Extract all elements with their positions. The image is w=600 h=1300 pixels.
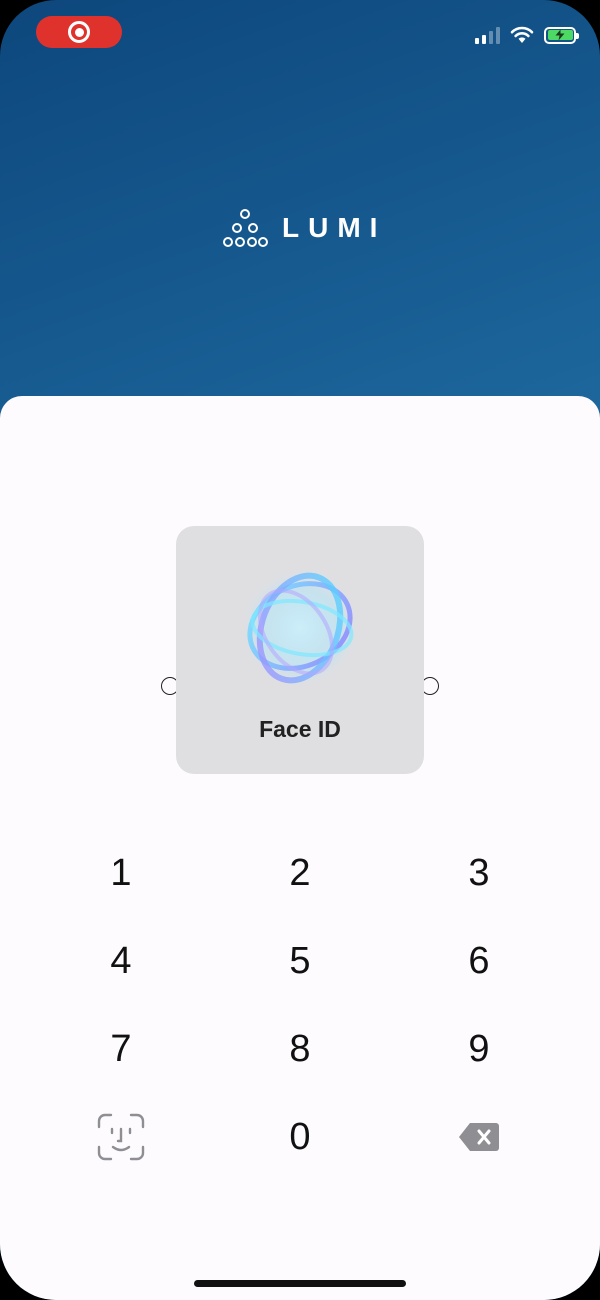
key-5[interactable]: 5 bbox=[240, 926, 360, 996]
key-2[interactable]: 2 bbox=[240, 838, 360, 908]
key-4[interactable]: 4 bbox=[61, 926, 181, 996]
home-indicator[interactable] bbox=[194, 1280, 406, 1287]
key-0[interactable]: 0 bbox=[240, 1102, 360, 1172]
lumi-logo-icon bbox=[223, 209, 268, 247]
screen-recording-indicator[interactable] bbox=[36, 16, 122, 48]
face-id-label: Face ID bbox=[259, 716, 341, 742]
key-7[interactable]: 7 bbox=[61, 1014, 181, 1084]
key-1[interactable]: 1 bbox=[61, 838, 181, 908]
face-id-scanning-icon bbox=[240, 568, 360, 688]
key-3[interactable]: 3 bbox=[419, 838, 539, 908]
screen-recording-icon bbox=[68, 21, 90, 43]
key-6[interactable]: 6 bbox=[419, 926, 539, 996]
cellular-signal-icon bbox=[475, 26, 500, 44]
delete-key[interactable] bbox=[419, 1102, 539, 1172]
face-id-key[interactable] bbox=[61, 1102, 181, 1172]
key-8[interactable]: 8 bbox=[240, 1014, 360, 1084]
face-id-icon bbox=[97, 1113, 145, 1161]
phone-screen: LUMI Face ID 1 2 3 4 5 6 7 8 9 0 bbox=[0, 0, 600, 1300]
status-bar-right bbox=[475, 26, 579, 44]
brand-name: LUMI bbox=[282, 212, 387, 243]
battery-charging-icon bbox=[544, 26, 579, 44]
key-9[interactable]: 9 bbox=[419, 1014, 539, 1084]
wifi-icon bbox=[510, 26, 534, 43]
delete-backspace-icon bbox=[459, 1123, 499, 1151]
passcode-sheet: Face ID 1 2 3 4 5 6 7 8 9 0 bbox=[0, 396, 600, 1300]
face-id-popup: Face ID bbox=[176, 526, 424, 774]
app-logo: LUMI bbox=[222, 208, 386, 248]
